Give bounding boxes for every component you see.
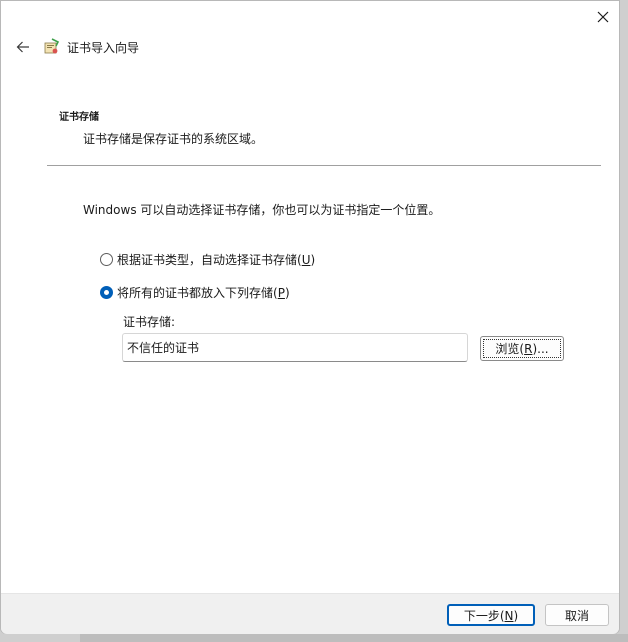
close-button[interactable]: [591, 5, 615, 29]
browse-button-label: 浏览(R)...: [495, 342, 549, 356]
store-input-value: 不信任的证书: [127, 341, 200, 355]
store-input[interactable]: 不信任的证书: [122, 333, 468, 362]
radio-manual-indicator[interactable]: [100, 286, 113, 299]
radio-auto-select[interactable]: 根据证书类型，自动选择证书存储(U): [100, 251, 315, 268]
radio-manual-label: 将所有的证书都放入下列存储(P): [117, 286, 290, 300]
radio-auto-indicator[interactable]: [100, 253, 113, 266]
store-label: 证书存储:: [123, 315, 176, 329]
close-icon: [597, 11, 609, 23]
next-button-label: 下一步(N): [463, 608, 519, 623]
background-window-edge: [80, 634, 628, 642]
header-divider: [47, 165, 601, 166]
certificate-icon: [44, 38, 60, 54]
footer-bar: 下一步(N) 取消: [1, 593, 619, 634]
radio-auto-label: 根据证书类型，自动选择证书存储(U): [117, 253, 316, 267]
section-description: 证书存储是保存证书的系统区域。: [83, 132, 264, 146]
wizard-title: 证书导入向导: [67, 41, 140, 55]
back-button[interactable]: [13, 37, 33, 57]
next-button[interactable]: 下一步(N): [447, 604, 535, 626]
arrow-left-icon: [16, 41, 29, 53]
browse-button[interactable]: 浏览(R)...: [480, 336, 564, 361]
section-title: 证书存储: [59, 112, 99, 123]
wizard-window: 证书导入向导 证书存储 证书存储是保存证书的系统区域。 Windows 可以自动…: [0, 0, 620, 634]
intro-text: Windows 可以自动选择证书存储，你也可以为证书指定一个位置。: [83, 203, 441, 217]
cancel-button[interactable]: 取消: [545, 604, 609, 626]
radio-manual-store[interactable]: 将所有的证书都放入下列存储(P): [100, 284, 290, 301]
